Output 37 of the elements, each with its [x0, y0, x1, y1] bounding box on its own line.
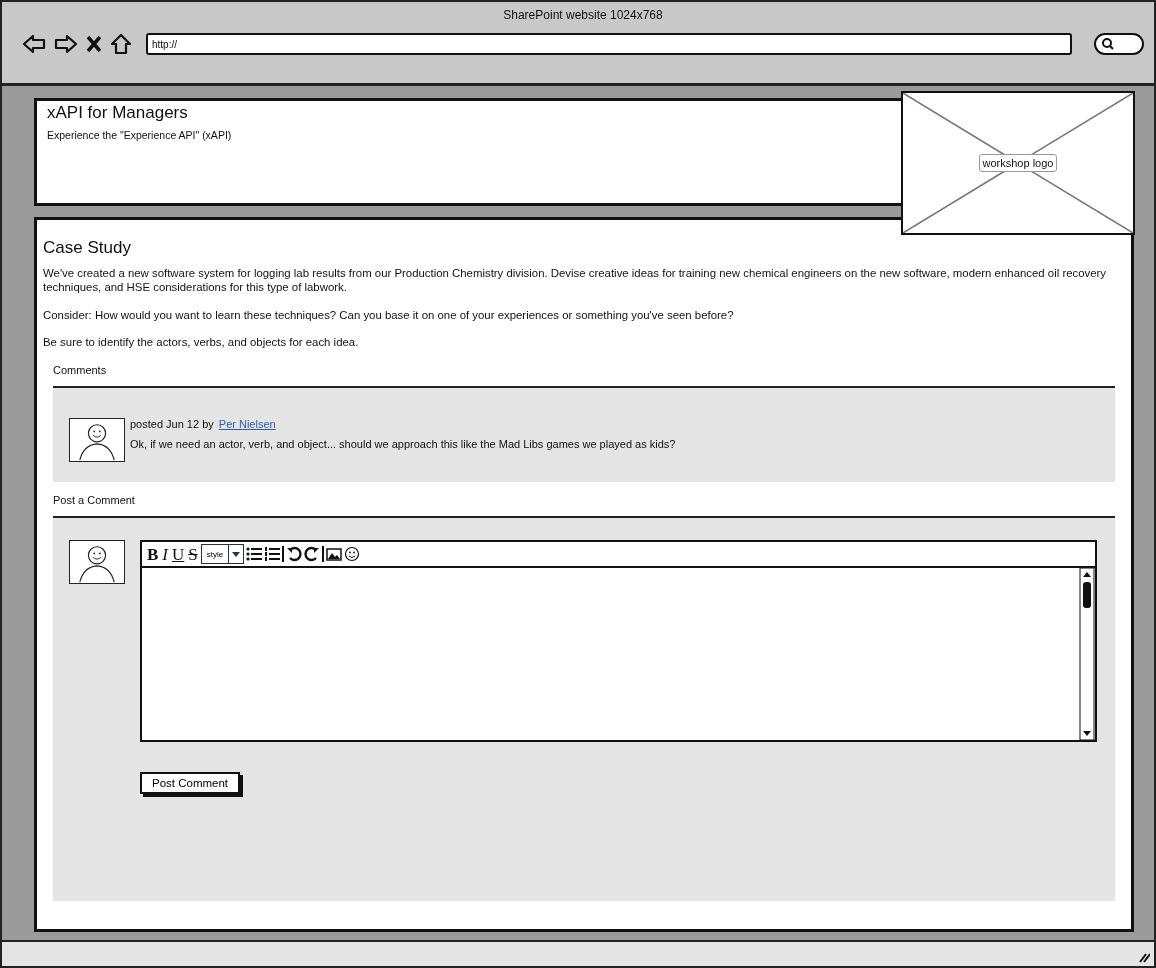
search-icon[interactable] [1094, 32, 1144, 56]
comments-heading: Comments [53, 364, 108, 376]
address-field[interactable]: http:// [146, 33, 1072, 55]
section-heading: Case Study [43, 238, 132, 258]
undo-icon[interactable] [286, 546, 303, 562]
stop-icon[interactable] [86, 35, 102, 53]
forward-icon[interactable] [54, 34, 78, 54]
back-icon[interactable] [22, 34, 46, 54]
comment-field[interactable] [140, 566, 1097, 742]
resize-grip-icon[interactable] [1138, 951, 1150, 963]
post-comment-heading: Post a Comment [53, 494, 136, 506]
format-button[interactable]: I [161, 545, 169, 563]
redo-icon[interactable] [304, 546, 321, 562]
avatar-icon [69, 540, 125, 584]
scrollbar[interactable] [1079, 568, 1095, 740]
numbered-list-icon[interactable] [264, 546, 281, 562]
window-title: SharePoint website 1024x768 [503, 8, 663, 22]
smiley-icon[interactable] [344, 546, 361, 562]
site-title: xAPI for Managers [47, 103, 189, 123]
image-icon[interactable] [326, 546, 343, 562]
bulleted-list-icon[interactable] [246, 546, 263, 562]
paragraph: Be sure to identify the actors, verbs, and objects for each idea. [43, 334, 360, 349]
logo-label: workshop logo [978, 154, 1058, 172]
format-button[interactable]: S [187, 545, 199, 563]
paragraph: We've created a new software system for logging lab results from our Production Chemistry division. Devise creative ideas for training new chemical engineers on the new software, modern enhanced oil recovery techniques, and HSE considerations for this type of labwork. [43, 266, 1108, 295]
avatar-icon [69, 418, 125, 462]
post-comment-button[interactable]: Post Comment [140, 772, 241, 794]
author-link[interactable]: Per Nielsen [218, 418, 276, 430]
site-subtitle: Experience the "Experience API" (xAPI) [47, 129, 233, 141]
home-icon[interactable] [110, 33, 132, 55]
format-button[interactable]: U [171, 545, 186, 563]
comment-meta: posted Jun 12 by [130, 418, 214, 430]
comment-text: Ok, if we need an actor, verb, and object... should we approach this like the Mad Libs games we played as kids? [130, 438, 676, 450]
style-dropdown[interactable]: style [200, 544, 245, 564]
format-button[interactable]: B [146, 545, 160, 563]
paragraph: Consider: How would you want to learn these techniques? Can you base it on one of your experiences or something you've seen before? [43, 307, 735, 322]
caret-icon [232, 551, 241, 557]
